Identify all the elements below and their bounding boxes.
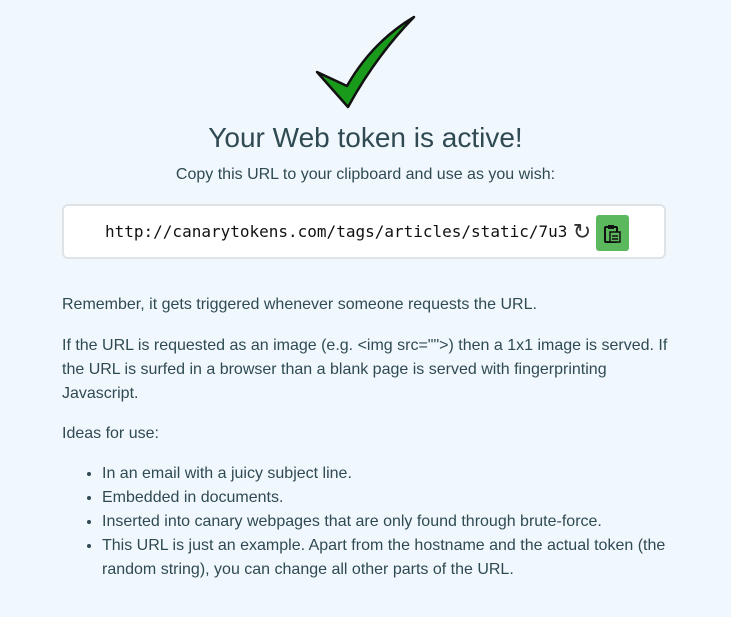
list-item: Embedded in documents. <box>102 486 677 510</box>
checkmark-icon <box>315 15 416 109</box>
ideas-list: In an email with a juicy subject line. E… <box>62 462 677 582</box>
page-subtitle: Copy this URL to your clipboard and use … <box>175 166 556 183</box>
page-title: Your Web token is active! <box>208 122 523 153</box>
remember-text: Remember, it gets triggered whenever som… <box>62 296 537 313</box>
list-item: This URL is just an example. Apart from … <box>102 534 677 582</box>
ideas-heading: Ideas for use: <box>62 425 159 442</box>
clipboard-icon <box>604 225 621 243</box>
copy-to-clipboard-button[interactable] <box>596 215 629 251</box>
token-url[interactable]: http://canarytokens.com/tags/articles/st… <box>105 222 566 241</box>
token-url-box: http://canarytokens.com/tags/articles/st… <box>62 204 666 259</box>
list-item: In an email with a juicy subject line. <box>102 462 677 486</box>
refresh-icon[interactable]: ↻ <box>569 218 595 246</box>
token-result-page: Your Web token is active! Copy this URL … <box>0 0 731 617</box>
list-item: Inserted into canary webpages that are o… <box>102 510 677 534</box>
image-note-text: If the URL is requested as an image (e.g… <box>62 337 668 402</box>
